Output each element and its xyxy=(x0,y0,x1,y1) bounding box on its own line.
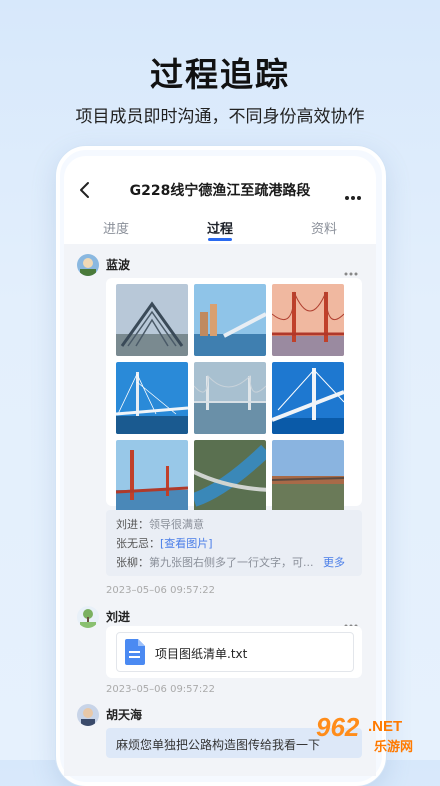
post-author[interactable]: 蓝波 xyxy=(106,256,130,273)
post-timestamp: 2023–05–06 09:57:22 xyxy=(106,585,215,596)
comment-author[interactable]: 刘进： xyxy=(116,518,149,531)
activity-feed: 蓝波 刘进：领导很满意 张无忌：[查看图片] 张柳：第九张图右侧多了一行文字，可… xyxy=(64,244,376,776)
more-options-icon[interactable] xyxy=(344,186,362,200)
photo-thumbnail[interactable] xyxy=(116,440,188,512)
promo-headline: 过程追踪 xyxy=(150,55,290,94)
photo-thumbnail[interactable] xyxy=(194,362,266,434)
tab-process[interactable]: 过程 xyxy=(190,218,250,237)
comment: 张无忌：[查看图片] xyxy=(116,535,213,551)
avatar[interactable] xyxy=(77,254,99,276)
active-tab-indicator xyxy=(208,238,232,241)
comment: 刘进：领导很满意 xyxy=(116,516,204,532)
photo-thumbnail[interactable] xyxy=(194,284,266,356)
comment-author[interactable]: 张无忌： xyxy=(116,537,160,550)
post-options-icon[interactable] xyxy=(344,261,358,276)
photo-thumbnail[interactable] xyxy=(116,284,188,356)
comment: 张柳：第九张图右侧多了一行文字，可... 更多 xyxy=(116,554,345,570)
photo-thumbnail[interactable] xyxy=(194,440,266,512)
comment-text: 领导很满意 xyxy=(149,518,204,531)
tab-bar: 进度 过程 资料 xyxy=(64,214,376,244)
tab-documents[interactable]: 资料 xyxy=(294,218,354,237)
view-image-link[interactable]: [查看图片] xyxy=(160,537,213,550)
site-watermark: 962 .NET 乐游网 xyxy=(306,710,436,756)
avatar[interactable] xyxy=(77,606,99,628)
post-options-icon[interactable] xyxy=(344,613,358,628)
tab-progress[interactable]: 进度 xyxy=(86,218,146,237)
photo-grid xyxy=(106,278,362,512)
file-attachment[interactable]: 项目图纸清单.txt xyxy=(116,632,354,672)
post-author[interactable]: 刘进 xyxy=(106,608,130,625)
back-icon[interactable] xyxy=(78,180,92,200)
app-screen: G228线宁德渔江至疏港路段 进度 过程 资料 蓝波 刘进：领导很满意 张无忌：… xyxy=(64,156,376,776)
document-icon xyxy=(125,639,145,665)
photo-thumbnail[interactable] xyxy=(272,284,344,356)
message-text: 麻烦您单独把公路构造图传给我看一下 xyxy=(116,738,321,752)
comment-list: 刘进：领导很满意 张无忌：[查看图片] 张柳：第九张图右侧多了一行文字，可...… xyxy=(106,510,362,576)
watermark-domain: .NET xyxy=(368,718,403,735)
photo-thumbnail[interactable] xyxy=(272,440,344,512)
photo-thumbnail[interactable] xyxy=(272,362,344,434)
watermark-site: 乐游网 xyxy=(374,740,414,755)
comment-text: 第九张图右侧多了一行文字，可... xyxy=(149,556,314,569)
post-author[interactable]: 胡天海 xyxy=(106,706,142,723)
post-timestamp: 2023–05–06 09:57:22 xyxy=(106,684,215,695)
photo-thumbnail[interactable] xyxy=(116,362,188,434)
more-link[interactable]: 更多 xyxy=(323,556,345,569)
comment-author[interactable]: 张柳： xyxy=(116,556,149,569)
avatar[interactable] xyxy=(77,704,99,726)
promo-subline: 项目成员即时沟通，不同身份高效协作 xyxy=(75,107,365,127)
watermark-number: 962 xyxy=(316,712,360,742)
file-name: 项目图纸清单.txt xyxy=(155,647,248,661)
project-title: G228线宁德渔江至疏港路段 xyxy=(129,183,311,199)
app-bar: G228线宁德渔江至疏港路段 xyxy=(64,156,376,222)
